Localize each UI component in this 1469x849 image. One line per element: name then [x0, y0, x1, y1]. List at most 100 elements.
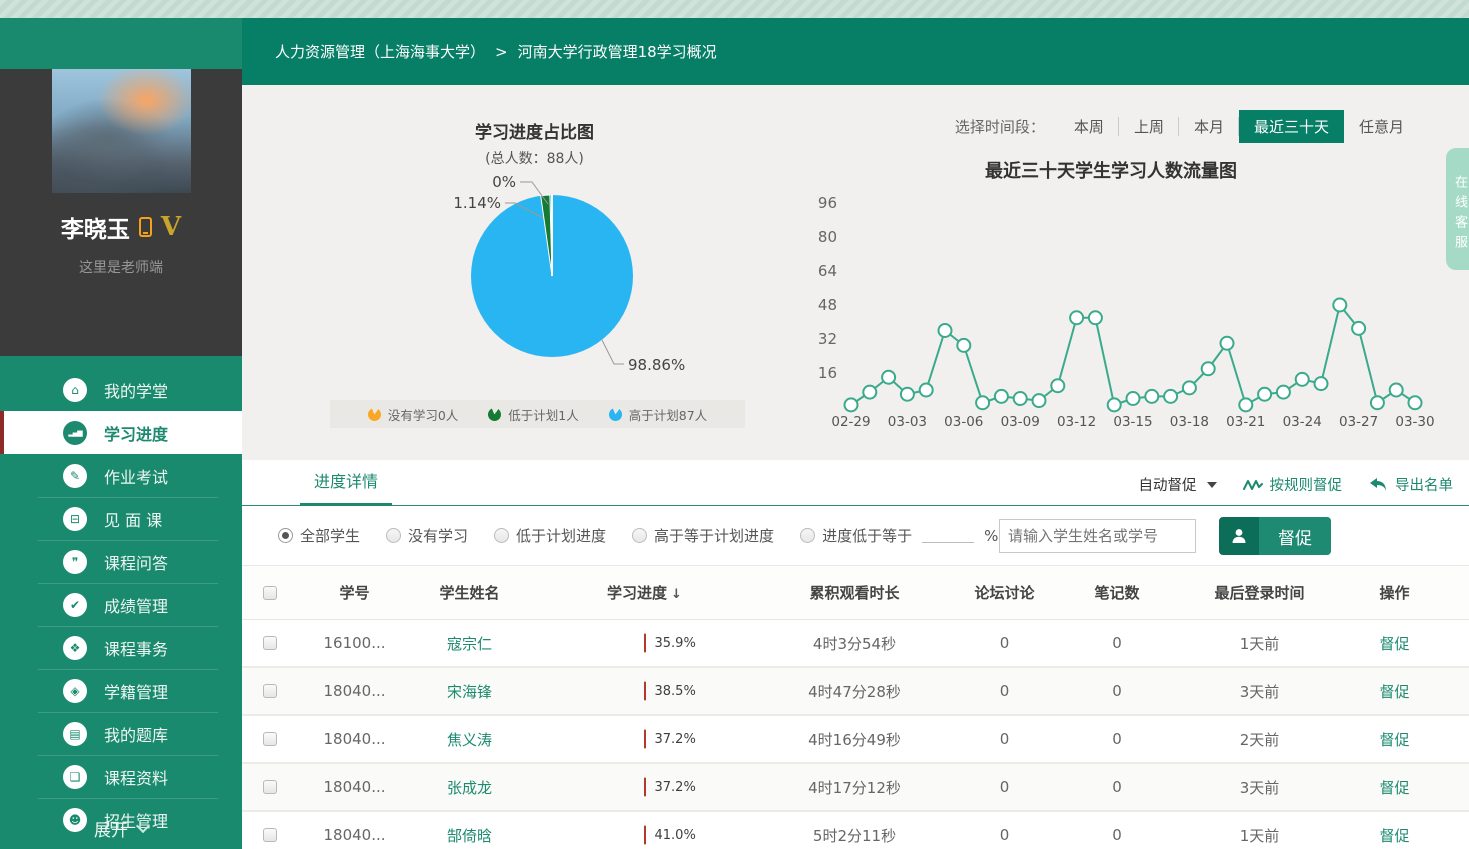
data-point-03-18[interactable] [1183, 381, 1196, 394]
x-tick-label: 03-12 [1057, 414, 1096, 430]
student-name-link[interactable]: 郜倚晗 [447, 827, 492, 845]
row-remind-link[interactable]: 督促 [1379, 731, 1409, 749]
sidebar-item-1[interactable]: ▂▄▆学习进度 [0, 411, 242, 454]
radio-icon[interactable] [386, 528, 401, 543]
row-checkbox[interactable] [263, 780, 277, 794]
row-remind-link[interactable]: 督促 [1379, 779, 1409, 797]
row-checkbox[interactable] [263, 684, 277, 698]
sidebar-item-9[interactable]: ❏课程资料 [0, 755, 242, 798]
data-point-03-26[interactable] [1333, 299, 1346, 312]
data-point-03-07[interactable] [976, 396, 989, 409]
line-chart[interactable]: 16324864809602-2903-0303-0603-0903-1203-… [807, 178, 1467, 440]
data-point-03-13[interactable] [1089, 311, 1102, 324]
data-point-03-15[interactable] [1127, 392, 1140, 405]
sidebar-item-label: 课程问答 [104, 550, 168, 574]
row-remind-link[interactable]: 督促 [1379, 827, 1409, 845]
sidebar-item-8[interactable]: ▤我的题库 [0, 712, 242, 755]
data-point-03-08[interactable] [995, 390, 1008, 403]
threshold-input[interactable] [922, 529, 974, 543]
student-name-link[interactable]: 宋海锋 [447, 683, 492, 701]
forum-count: 0 [947, 826, 1062, 844]
data-point-03-28[interactable] [1371, 396, 1384, 409]
row-checkbox[interactable] [263, 828, 277, 842]
online-service-tab[interactable]: 在线客服 [1446, 148, 1469, 270]
legend-label: 低于计划1人 [508, 405, 578, 424]
legend-item-1[interactable]: 低于计划1人 [488, 405, 578, 424]
sidebar-item-3[interactable]: ⊟见 面 课 [0, 497, 242, 540]
radio-icon[interactable] [278, 528, 293, 543]
data-point-03-11[interactable] [1051, 379, 1064, 392]
data-point-03-16[interactable] [1145, 390, 1158, 403]
radio-icon[interactable] [632, 528, 647, 543]
student-name-link[interactable]: 张成龙 [447, 779, 492, 797]
radio-icon[interactable] [494, 528, 509, 543]
sidebar-item-0[interactable]: ⌂我的学堂 [0, 368, 242, 411]
tab-progress-detail[interactable]: 进度详情 [300, 468, 392, 506]
pie-chart[interactable]: 0%1.14%98.86% [262, 160, 807, 398]
data-point-03-19[interactable] [1202, 362, 1215, 375]
sort-desc-icon[interactable]: ↓ [671, 587, 682, 602]
data-point-03-27[interactable] [1352, 322, 1365, 335]
filter-radio-1[interactable]: 没有学习 [386, 525, 468, 546]
time-option-2[interactable]: 本月 [1179, 110, 1239, 143]
data-point-03-02[interactable] [882, 371, 895, 384]
sidebar-item-7[interactable]: ◈学籍管理 [0, 669, 242, 712]
pie-label-zero: 0% [492, 173, 516, 191]
data-point-03-30[interactable] [1409, 396, 1422, 409]
legend-item-2[interactable]: 高于计划87人 [609, 405, 707, 424]
data-point-03-23[interactable] [1277, 386, 1290, 399]
last-login: 1天前 [1172, 633, 1347, 654]
filter-radio-2[interactable]: 低于计划进度 [494, 525, 606, 546]
student-name-link[interactable]: 焦义涛 [447, 731, 492, 749]
progress-value: 38.5% [645, 682, 696, 700]
data-point-03-01[interactable] [863, 386, 876, 399]
data-point-03-20[interactable] [1221, 337, 1234, 350]
sidebar-item-2[interactable]: ✎作业考试 [0, 454, 242, 497]
column-header: 笔记数 [1062, 582, 1172, 603]
data-point-03-17[interactable] [1164, 390, 1177, 403]
row-checkbox[interactable] [263, 732, 277, 746]
sidebar-item-6[interactable]: ❖课程事务 [0, 626, 242, 669]
auto-remind-dropdown[interactable]: 自动督促 [1139, 474, 1217, 495]
filter-radio-3[interactable]: 高于等于计划进度 [632, 525, 774, 546]
rule-remind-button[interactable]: 按规则督促 [1243, 474, 1343, 495]
row-remind-link[interactable]: 督促 [1379, 683, 1409, 701]
data-point-03-25[interactable] [1315, 377, 1328, 390]
student-search-input[interactable] [1008, 527, 1202, 545]
sidebar-item-4[interactable]: ❞课程问答 [0, 540, 242, 583]
data-point-03-21[interactable] [1239, 398, 1252, 411]
data-point-03-05[interactable] [939, 324, 952, 337]
radio-icon[interactable] [800, 528, 815, 543]
time-option-0[interactable]: 本周 [1059, 110, 1119, 143]
data-point-03-12[interactable] [1070, 311, 1083, 324]
export-list-button[interactable]: 导出名单 [1368, 474, 1453, 495]
sidebar-expand-button[interactable]: 展开 [0, 807, 242, 849]
row-remind-link[interactable]: 督促 [1379, 635, 1409, 653]
sidebar-item-5[interactable]: ✔成绩管理 [0, 583, 242, 626]
chevron-down-icon [136, 819, 150, 833]
avatar[interactable] [52, 69, 191, 193]
time-option-4[interactable]: 任意月 [1344, 110, 1419, 143]
student-name-link[interactable]: 寇宗仁 [447, 635, 492, 653]
data-point-03-14[interactable] [1108, 398, 1121, 411]
data-point-03-10[interactable] [1033, 394, 1046, 407]
data-point-03-04[interactable] [920, 384, 933, 397]
filter-threshold[interactable]: 进度低于等于 % [800, 525, 998, 546]
data-point-02-29[interactable] [845, 398, 858, 411]
data-point-03-09[interactable] [1014, 392, 1027, 405]
data-point-03-03[interactable] [901, 388, 914, 401]
data-point-03-24[interactable] [1296, 373, 1309, 386]
expand-label: 展开 [94, 816, 128, 841]
data-point-03-22[interactable] [1258, 388, 1271, 401]
column-header[interactable]: 学习进度↓ [527, 582, 762, 603]
select-all-checkbox[interactable] [263, 586, 277, 600]
data-point-03-06[interactable] [957, 339, 970, 352]
legend-item-0[interactable]: 没有学习0人 [368, 405, 458, 424]
filter-radio-0[interactable]: 全部学生 [278, 525, 360, 546]
row-checkbox[interactable] [263, 636, 277, 650]
time-option-3[interactable]: 最近三十天 [1239, 110, 1344, 143]
data-point-03-29[interactable] [1390, 384, 1403, 397]
remind-button[interactable]: 督促 [1219, 517, 1331, 555]
time-option-1[interactable]: 上周 [1119, 110, 1179, 143]
breadcrumb-course[interactable]: 人力资源管理（上海海事大学） [275, 41, 485, 62]
